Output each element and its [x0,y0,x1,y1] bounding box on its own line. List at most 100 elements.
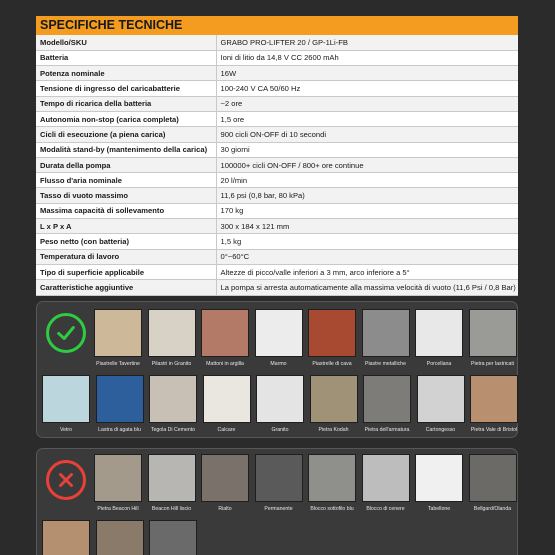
material-swatch [308,454,356,502]
material-label: Marmo [270,361,287,367]
spec-row: Modalità stand-by (mantenimento della ca… [36,142,518,158]
material-swatch [94,454,142,502]
material-tile: Porcellana [415,309,463,367]
material-tile: Lastra di agata blu [95,375,144,433]
spec-row: Autonomia non-stop (carica completa) 1,5 … [36,111,518,128]
spec-value: 300 x 184 x 121 mm [216,218,518,235]
material-label: Pilastri in Granito [151,361,192,367]
material-swatch [95,375,144,423]
material-label: Porcellana [426,361,452,367]
material-swatch [94,309,142,357]
material-label: Beacon Hill liscio [151,506,192,512]
spec-label: Cicli di esecuzione (a piena carica) [36,126,217,143]
material-tile: Rialto [201,454,249,512]
spec-row: Massima capacità di sollevamento 170 kg [36,203,518,220]
spec-value: GRABO PRO-LIFTER 20 / GP-1Li-FB [216,35,518,51]
spec-row: Potenza nominale 16W [36,65,518,82]
material-tile: Mattoni in argilla [201,309,249,367]
spec-row: Batteria Ioni di litio da 14,8 V CC 2600 … [36,50,518,67]
spec-row: Cicli di esecuzione (a piena carica) 900 … [36,126,518,143]
material-label: Pietra Vale di Bristol [470,427,518,433]
material-label: Piastre metalliche [365,361,406,367]
material-swatch [95,520,144,555]
material-swatch [361,454,410,502]
spec-row: Flusso d'aria nominale 20 l/min [36,172,518,189]
material-tile: Pilastri in Granito [147,309,196,367]
spec-label: L x P x A [36,218,217,235]
material-swatch [468,454,517,502]
material-label: Mattoni in argilla [206,361,244,367]
material-tile [149,520,197,555]
spec-label: Autonomia non-stop (carica completa) [36,111,217,128]
spec-row: Caratteristiche aggiuntive La pompa si ar… [36,279,518,296]
material-label: Piastrelle di cava [312,361,352,367]
spec-label: Tempo di ricarica della batteria [36,96,217,112]
material-swatch [201,454,249,502]
material-tile: Pietra Vale di Bristol [470,375,518,433]
spec-label: Massima capacità di sollevamento [36,203,217,220]
material-tile: Granito [256,375,304,433]
material-tile: Calcare [202,375,251,433]
material-label: Granito [271,427,289,433]
spec-value: 100000+ cicli ON-OFF / 800+ ore continue [216,157,518,174]
spec-value: ~2 ore [216,96,518,112]
spec-row: Modello/SKU GRABO PRO-LIFTER 20 / GP-1Li-… [36,35,518,51]
material-tile: Permanente [254,454,303,512]
spec-row: Peso netto (con batteria) 1,5 kg [36,233,518,250]
spec-label: Tipo di superficie applicabile [36,264,217,281]
spec-label: Batteria [36,50,217,67]
spec-label: Modello/SKU [36,35,217,51]
material-swatch [149,375,197,423]
spec-row: L x P x A 300 x 184 x 121 mm [36,218,518,235]
spec-table: Modello/SKU GRABO PRO-LIFTER 20 / GP-1Li-… [36,35,518,296]
material-tile: Pietra Beacon Hill [94,454,142,512]
spec-value: 11,6 psi (0,8 bar, 80 kPa) [216,187,518,204]
material-swatch [256,375,304,423]
spec-row: Durata della pompa 100000+ cicli ON-OFF /… [36,157,518,174]
material-tile: Tabellone [415,454,463,512]
spec-label: Caratteristiche aggiuntive [36,279,217,296]
material-tile: Cartongesso [416,375,465,433]
material-swatch [201,309,249,357]
spec-label: Peso netto (con batteria) [36,233,217,250]
material-tile: Pietra per lastricati [468,309,517,367]
material-tile: Piastrelle di cava [308,309,356,367]
spec-value: 0°~60°C [216,249,518,265]
material-label: Pietra Kodah [318,427,349,433]
spec-value: 16W [216,65,518,82]
material-tile: Bellgard/Olanda [468,454,517,512]
spec-value: 170 kg [216,203,518,220]
spec-value: 30 giorni [216,142,518,158]
material-tile: Beacon Hill liscio [147,454,196,512]
material-label: Vetro [59,427,73,433]
spec-sheet: SPECIFICHE TECNICHE Modello/SKU GRABO PRO… [36,16,518,296]
material-label: Cartongesso [425,427,456,433]
spec-row: Temperatura di lavoro 0°~60°C [36,249,518,265]
material-label: Permanente [264,506,293,512]
spec-value: 900 cicli ON-OFF di 10 secondi [216,126,518,143]
material-tile: Pietra dell'armatura [363,375,411,433]
spec-value: 20 l/min [216,172,518,189]
spec-value: 100-240 V CA 50/60 Hz [216,80,518,97]
suitable-surfaces-panel: Piastrelle Tavertine Pilastri in Granito M… [36,301,518,438]
material-swatch [147,309,196,357]
material-label: Bellgard/Olanda [473,506,512,512]
spec-row: Tempo di ricarica della batteria ~2 ore [36,96,518,112]
material-tile: Pietra Kodah [309,375,358,433]
spec-label: Tensione di ingresso del caricabatterie [36,80,217,97]
material-tile: Blocco sottofilo blu [308,454,356,512]
material-tile: Piastrelle Tavertine [94,309,142,367]
material-swatch [149,520,197,555]
material-swatch [309,375,358,423]
material-label: Piastrelle Tavertine [96,361,140,367]
spec-value: Altezze di picco/valle inferiori a 3 mm,… [216,264,518,281]
material-label: Calcare [217,427,236,433]
spec-row: Tensione di ingresso del caricabatterie 1… [36,80,518,97]
material-label: Blocco sottofilo blu [310,506,354,512]
material-swatch [415,309,463,357]
material-label: Tegola Di Cemento [150,427,196,433]
check-circle-icon [46,313,86,353]
material-tile: Tegola Di Cemento [149,375,197,433]
spec-value: La pompa si arresta automaticamente alla… [216,279,518,296]
material-swatch [202,375,251,423]
